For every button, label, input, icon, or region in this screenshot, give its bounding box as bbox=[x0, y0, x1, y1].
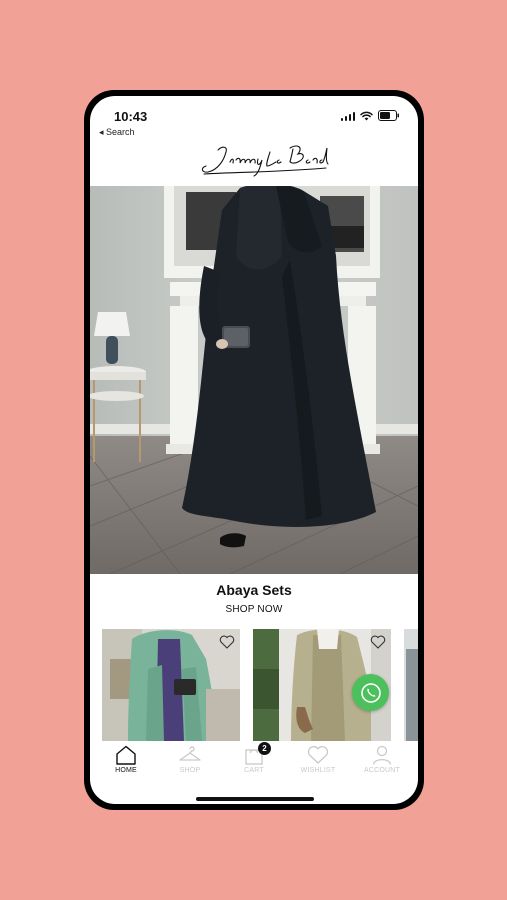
tab-account[interactable]: ACCOUNT bbox=[350, 741, 414, 787]
heart-icon bbox=[307, 746, 329, 764]
tab-home[interactable]: HOME bbox=[94, 741, 158, 787]
user-icon bbox=[372, 745, 392, 765]
tab-wishlist[interactable]: WISHLIST bbox=[286, 741, 350, 787]
hero-banner-image[interactable] bbox=[90, 186, 418, 574]
shop-now-link[interactable]: SHOP NOW bbox=[90, 604, 418, 615]
hanger-icon bbox=[179, 746, 201, 761]
collection-title[interactable]: Abaya Sets bbox=[90, 582, 418, 598]
clock: 10:43 bbox=[114, 109, 148, 124]
home-icon bbox=[116, 745, 136, 765]
product-card[interactable] bbox=[404, 629, 418, 741]
phone-frame: 10:43 ◂ Search Abaya Sets SHOP NOW HOME … bbox=[84, 90, 424, 810]
whatsapp-chat-button[interactable] bbox=[352, 674, 389, 711]
product-card[interactable] bbox=[102, 629, 240, 741]
status-bar: 10:43 ◂ Search bbox=[90, 96, 418, 140]
heart-icon[interactable] bbox=[219, 635, 235, 649]
tab-shop-label: SHOP bbox=[179, 767, 201, 774]
app-screen: 10:43 ◂ Search Abaya Sets SHOP NOW HOME … bbox=[90, 96, 418, 804]
tab-cart-label: CART bbox=[244, 767, 264, 774]
collection-heading[interactable]: Abaya Sets SHOP NOW bbox=[90, 582, 418, 615]
brand-logo[interactable] bbox=[90, 136, 418, 184]
bottom-tab-bar: HOME SHOP 2 CART WISHLIST ACCOUNT bbox=[90, 741, 418, 787]
product-image[interactable] bbox=[404, 629, 418, 741]
tab-cart[interactable]: 2 CART bbox=[222, 741, 286, 787]
tab-home-label: HOME bbox=[115, 767, 137, 774]
phone-icon bbox=[360, 682, 381, 703]
signal-icon bbox=[340, 111, 355, 121]
home-indicator[interactable] bbox=[196, 797, 314, 801]
tab-wishlist-label: WISHLIST bbox=[300, 767, 336, 774]
tab-shop[interactable]: SHOP bbox=[158, 741, 222, 787]
wifi-icon bbox=[360, 111, 373, 120]
tab-account-label: ACCOUNT bbox=[363, 767, 400, 774]
status-icons bbox=[340, 110, 401, 121]
cart-count-badge: 2 bbox=[258, 742, 271, 755]
battery-icon bbox=[378, 110, 399, 121]
heart-icon[interactable] bbox=[370, 635, 386, 649]
